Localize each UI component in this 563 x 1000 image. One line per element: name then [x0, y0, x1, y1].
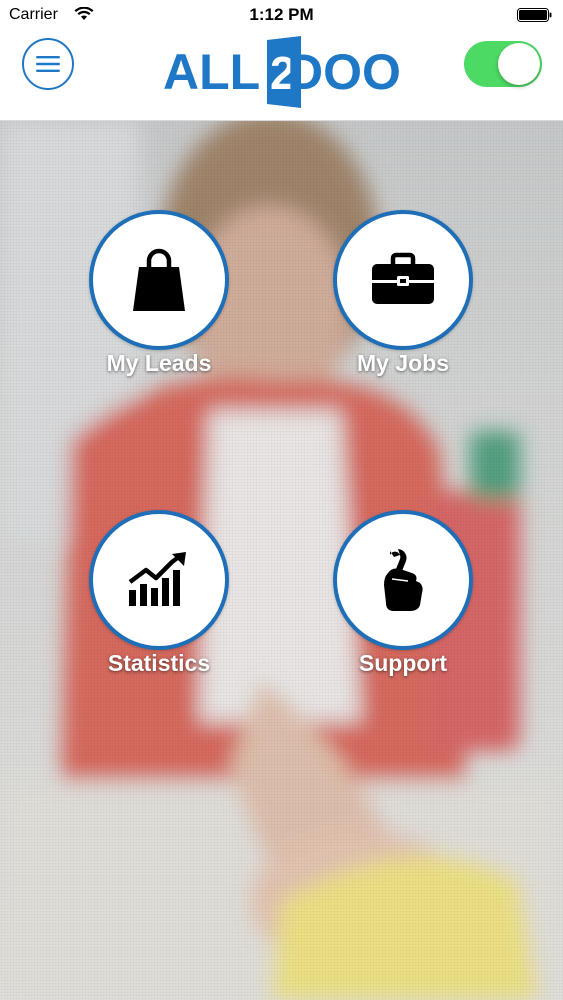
status-bar: Carrier 1:12 PM	[0, 0, 563, 30]
logo-text-door: DOOR	[287, 44, 403, 100]
my-jobs-label: My Jobs	[356, 350, 450, 376]
shopping-bag-icon	[133, 248, 185, 311]
support-tile[interactable]: Support	[303, 510, 503, 710]
my-jobs-tile[interactable]: My Jobs	[303, 210, 503, 410]
hamburger-menu-icon	[36, 56, 60, 72]
all2door-logo: ALL 2 DOOR	[163, 36, 403, 108]
support-label: Support	[358, 650, 448, 676]
chart-trend-icon	[128, 552, 186, 606]
availability-toggle[interactable]	[464, 41, 542, 87]
menu-button[interactable]	[22, 38, 74, 90]
my-leads-label: My Leads	[106, 350, 212, 376]
briefcase-icon	[372, 252, 434, 304]
statistics-button[interactable]	[89, 510, 229, 650]
my-jobs-button[interactable]	[333, 210, 473, 350]
statistics-tile[interactable]: Statistics	[59, 510, 259, 710]
nav-bar: ALL 2 DOOR	[0, 30, 563, 121]
statistics-label: Statistics	[107, 650, 211, 676]
logo-text-all: ALL	[163, 44, 260, 100]
support-button[interactable]	[333, 510, 473, 650]
my-leads-button[interactable]	[89, 210, 229, 350]
wrench-hand-icon	[384, 549, 423, 611]
status-time: 1:12 PM	[249, 5, 314, 24]
battery-icon	[517, 8, 552, 22]
my-leads-tile[interactable]: My Leads	[59, 210, 259, 410]
toggle-knob	[498, 43, 540, 85]
